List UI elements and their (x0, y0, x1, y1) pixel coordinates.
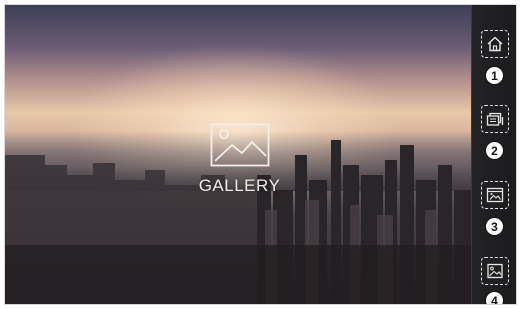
recent-apps-icon (486, 112, 504, 126)
home-wallpaper: GALLERY (5, 5, 474, 304)
callout-number-3: 3 (485, 217, 504, 236)
callout-number-4: 4 (485, 291, 504, 304)
gallery-thumbnail-icon (487, 263, 503, 279)
browser-button[interactable] (481, 181, 509, 209)
gallery-label: GALLERY (198, 176, 281, 195)
gallery-thumbnail-button[interactable] (481, 257, 509, 285)
recent-apps-button[interactable] (481, 105, 509, 133)
browser-window-icon (486, 187, 504, 203)
home-icon (487, 36, 503, 52)
right-sidebar: 1 2 3 4 (471, 5, 516, 304)
gallery-image-icon (210, 123, 269, 167)
device-screen: GALLERY 1 2 3 4 (4, 4, 517, 305)
home-button[interactable] (481, 30, 509, 58)
callout-number-2: 2 (485, 141, 504, 160)
gallery-app[interactable]: GALLERY (5, 123, 474, 196)
callout-number-1: 1 (485, 66, 504, 85)
